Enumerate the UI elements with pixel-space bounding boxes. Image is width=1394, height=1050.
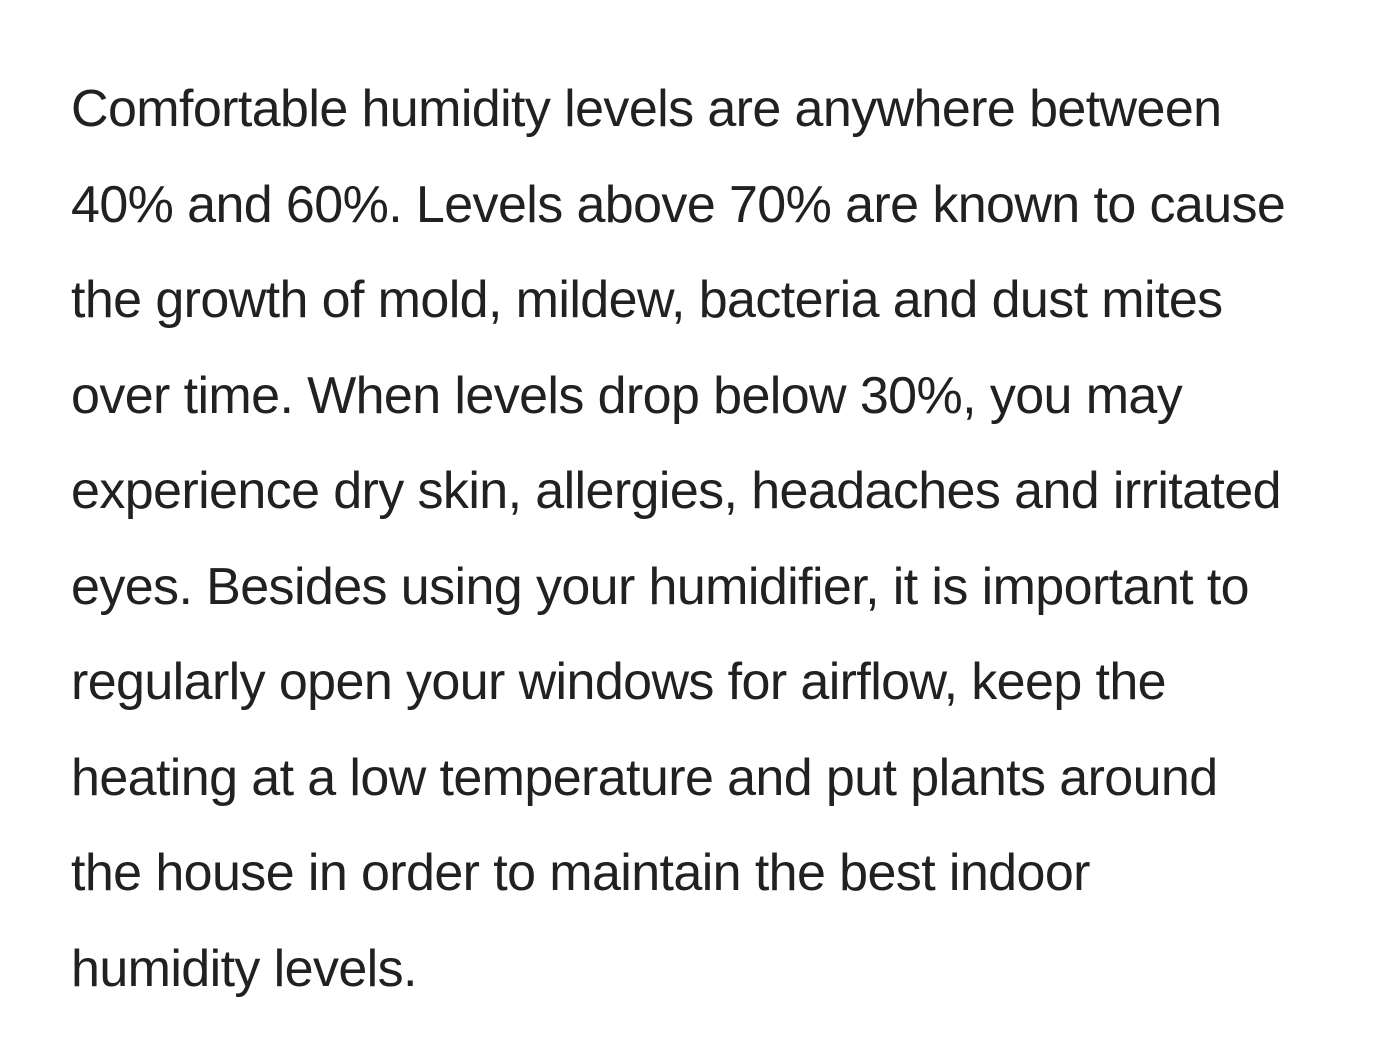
- paragraph-line: the growth of mold, mildew, bacteria and…: [71, 271, 1223, 329]
- paragraph-line: 40% and 60%. Levels above 70% are known …: [71, 175, 1286, 234]
- paragraph-line: humidity levels.: [71, 939, 417, 998]
- paragraph-line: eyes. Besides using your humidifier, it …: [71, 557, 1250, 616]
- paragraph-line: experience dry skin, allergies, headache…: [71, 462, 1282, 520]
- paragraph-line: regularly open your windows for airflow,…: [71, 653, 1167, 711]
- article-container: Comfortable humidity levels are anywhere…: [0, 0, 1394, 1050]
- paragraph-line: Comfortable humidity levels are anywhere…: [71, 80, 1222, 138]
- paragraph-line: over time. When levels drop below 30%, y…: [71, 366, 1183, 425]
- paragraph-line: heating at a low temperature and put pla…: [71, 748, 1218, 807]
- humidity-info-paragraph: Comfortable humidity levels are anywhere…: [71, 62, 1371, 1017]
- paragraph-line: the house in order to maintain the best …: [71, 844, 1090, 902]
